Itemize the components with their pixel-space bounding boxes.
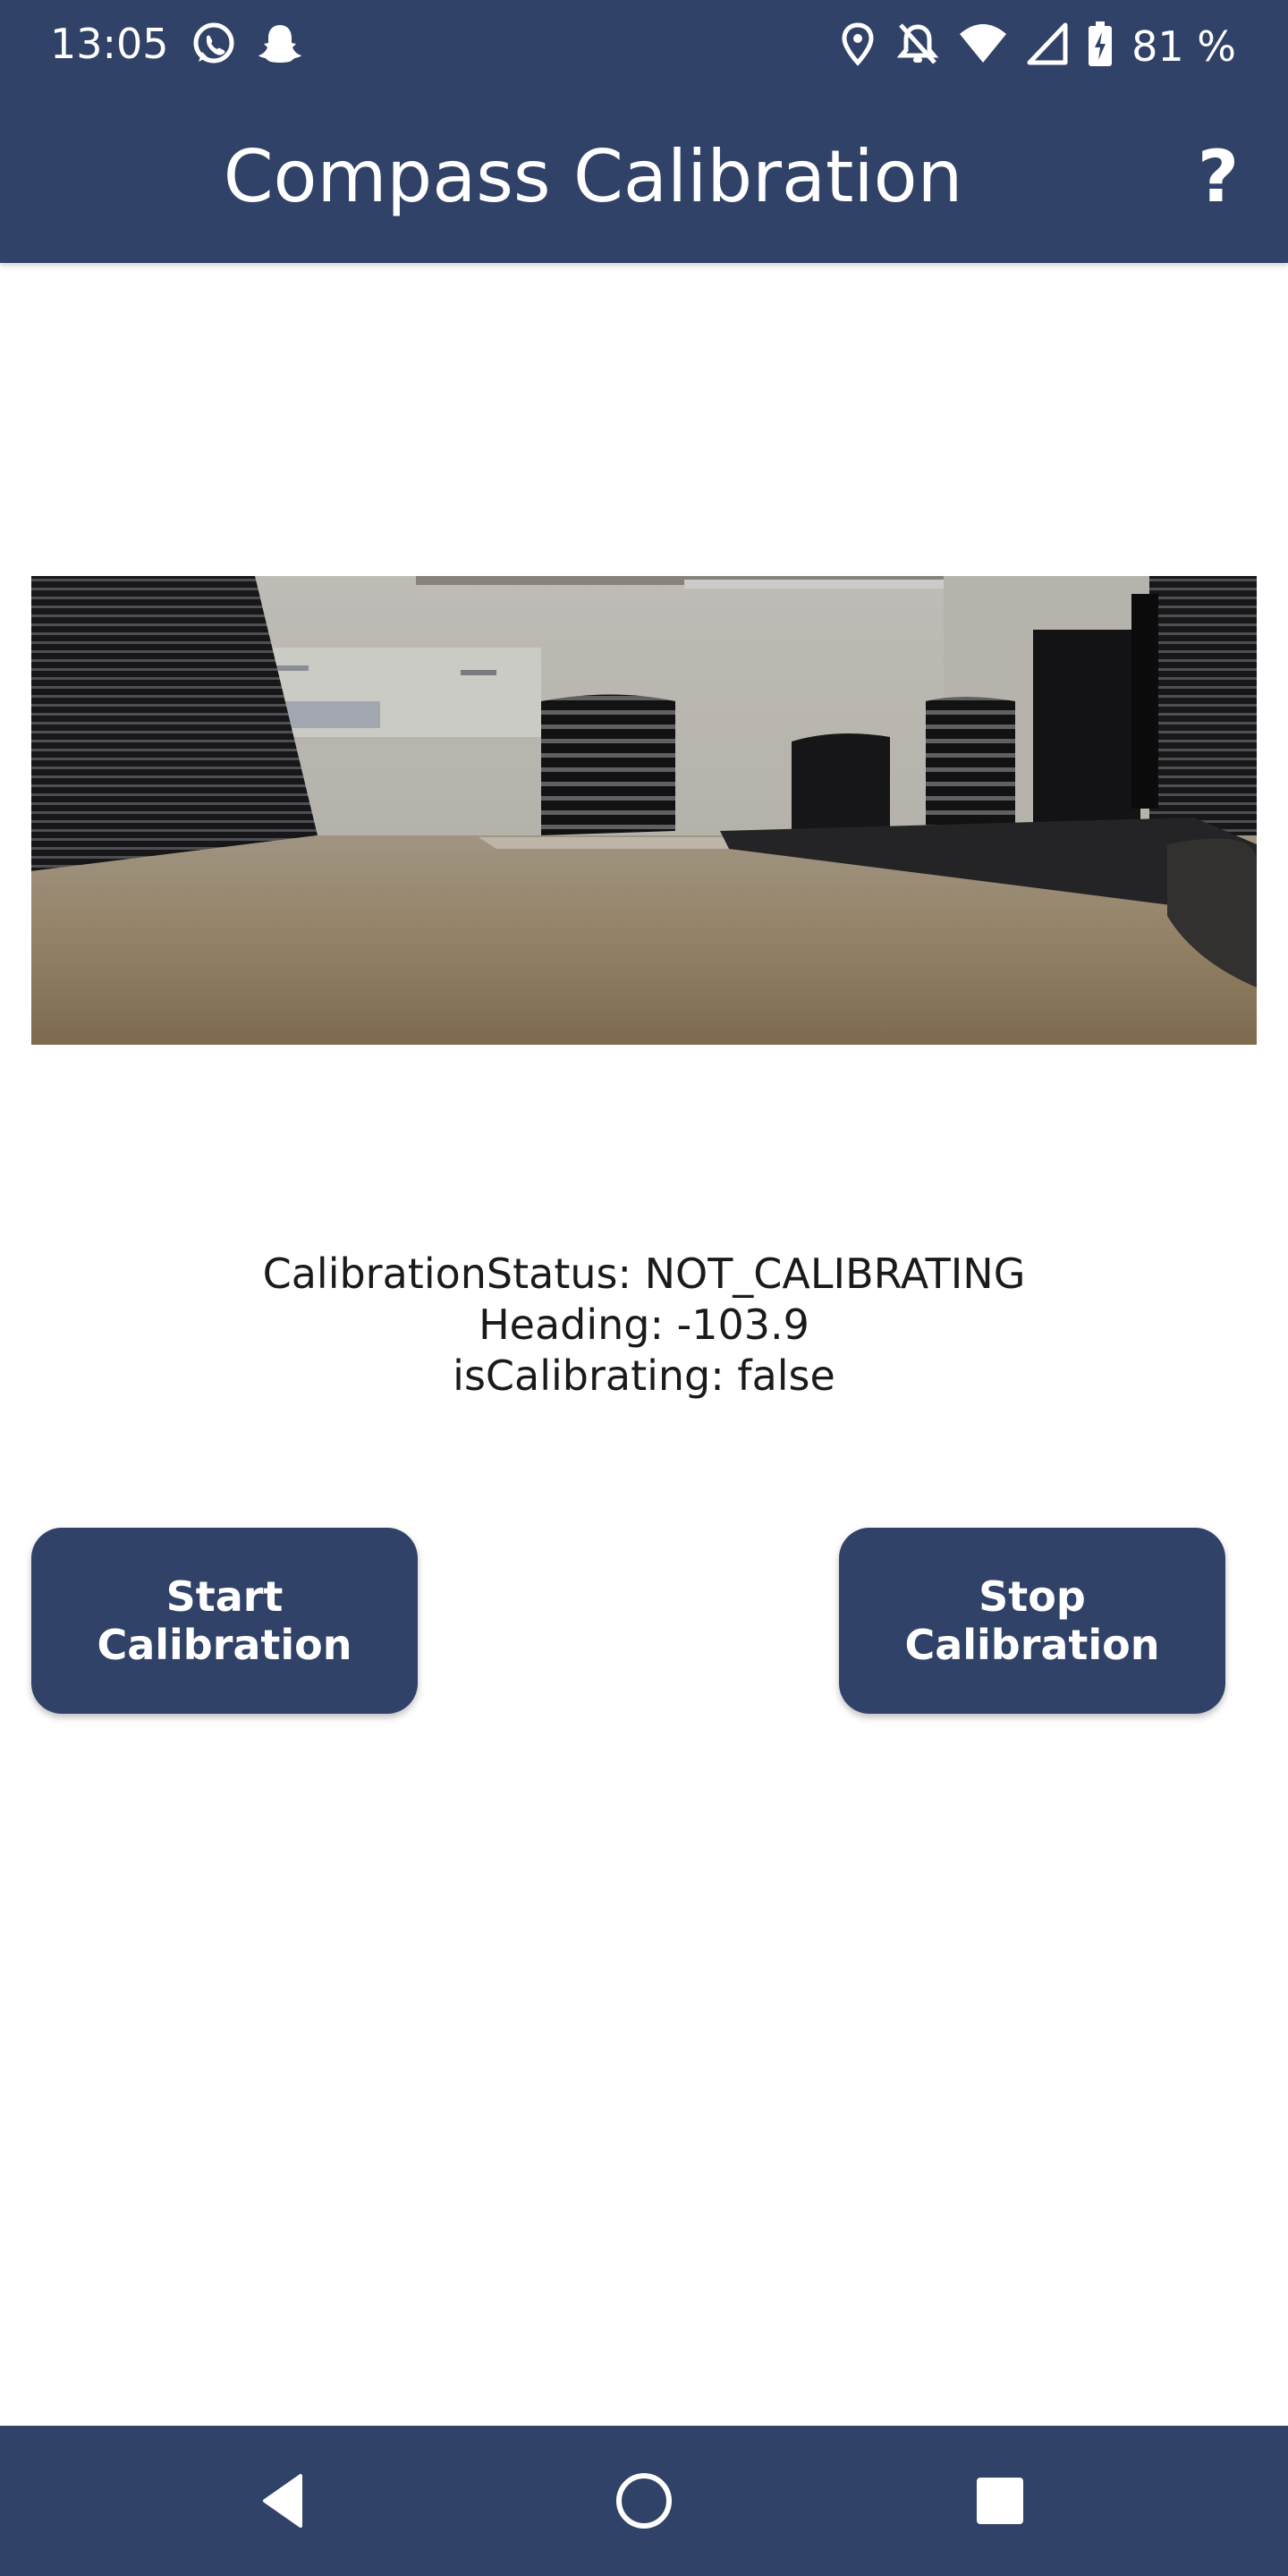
back-icon[interactable]	[250, 2465, 322, 2537]
start-calibration-button[interactable]: Start Calibration	[31, 1528, 418, 1714]
status-left-icons	[190, 20, 304, 72]
status-time: 13:05	[50, 20, 169, 68]
home-icon[interactable]	[608, 2465, 680, 2537]
status-right-icons: 81 %	[838, 20, 1236, 72]
whatsapp-icon	[190, 20, 238, 72]
system-nav-bar	[0, 2426, 1288, 2576]
help-button[interactable]: ?	[1182, 134, 1254, 220]
recents-icon[interactable]	[964, 2465, 1036, 2537]
location-icon	[838, 20, 877, 72]
battery-percent: 81 %	[1131, 21, 1236, 71]
app-bar: Compass Calibration ?	[0, 88, 1288, 263]
status-bar: 13:05 81 %	[0, 0, 1288, 88]
battery-charging-icon	[1087, 20, 1114, 72]
camera-preview-image	[31, 576, 1257, 1045]
heading-text: Heading: -103.9	[479, 1301, 809, 1349]
stop-calibration-button[interactable]: Stop Calibration	[839, 1528, 1225, 1714]
page-title: Compass Calibration	[223, 135, 963, 218]
calibration-info: CalibrationStatus: NOT_CALIBRATING Headi…	[0, 1249, 1288, 1402]
notifications-off-icon	[895, 20, 940, 72]
cell-signal-icon	[1026, 20, 1069, 72]
wifi-icon	[958, 20, 1008, 72]
calibration-status-text: CalibrationStatus: NOT_CALIBRATING	[262, 1250, 1026, 1298]
is-calibrating-text: isCalibrating: false	[453, 1352, 835, 1400]
snapchat-icon	[256, 20, 304, 72]
office-scene-image	[31, 576, 1257, 1045]
